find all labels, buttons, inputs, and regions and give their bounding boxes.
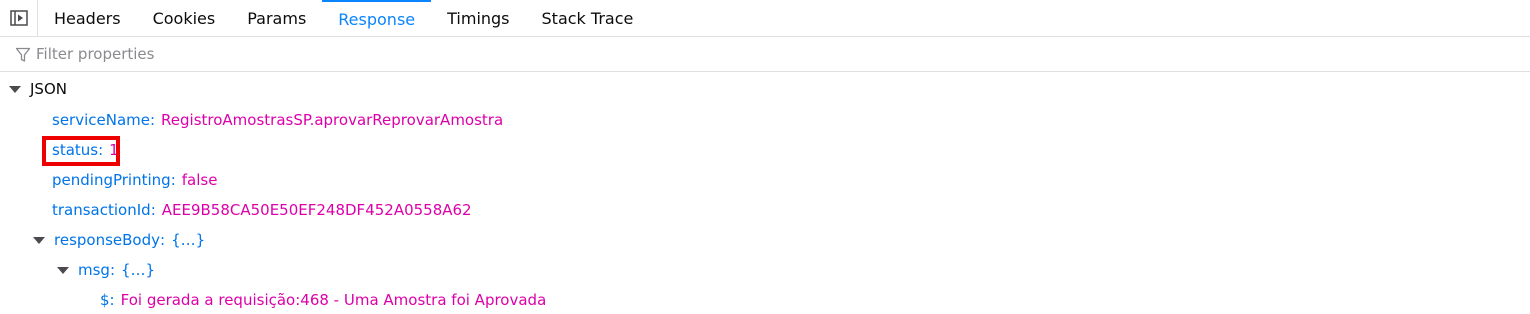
tree-row-msg[interactable]: msg: {…} — [0, 255, 1530, 285]
tab-cookies[interactable]: Cookies — [137, 0, 232, 36]
property-key: serviceName — [52, 111, 150, 129]
expanded-twisty-icon[interactable] — [9, 85, 21, 93]
toggle-sidebar-button[interactable] — [0, 0, 38, 36]
tab-response[interactable]: Response — [322, 0, 432, 36]
sidebar-toggle-icon — [9, 10, 28, 26]
json-section-label: JSON — [30, 80, 67, 98]
key-separator: : — [109, 291, 115, 309]
tree-row-transaction-id[interactable]: transactionId: AEE9B58CA50E50EF248DF452A0… — [0, 195, 1530, 225]
tree-row-service-name[interactable]: serviceName: RegistroAmostrasSP.aprovarRe… — [0, 105, 1530, 135]
key-separator: : — [160, 231, 166, 249]
key-separator: : — [170, 171, 176, 189]
tab-list: Headers Cookies Params Response Timings … — [38, 0, 649, 36]
tab-timings[interactable]: Timings — [431, 0, 525, 36]
property-value: RegistroAmostrasSP.aprovarReprovarAmostr… — [161, 111, 504, 129]
tab-headers[interactable]: Headers — [38, 0, 137, 36]
tab-params[interactable]: Params — [231, 0, 322, 36]
tree-row-status[interactable]: status:1 — [0, 135, 1530, 165]
key-separator: : — [109, 261, 116, 279]
filter-icon — [15, 47, 31, 62]
status-highlight-box — [42, 136, 120, 166]
collapsed-object-preview: {…} — [171, 231, 206, 249]
key-separator: : — [149, 111, 156, 129]
tree-row-pending-printing[interactable]: pendingPrinting: false — [0, 165, 1530, 195]
property-value: false — [181, 171, 218, 189]
property-key: pendingPrinting — [52, 171, 171, 189]
property-key: transactionId — [52, 201, 151, 219]
filter-bar — [0, 37, 1530, 72]
json-section-row[interactable]: JSON — [0, 74, 1530, 104]
property-key: responseBody — [54, 231, 160, 249]
details-tab-bar: Headers Cookies Params Response Timings … — [0, 0, 1530, 37]
response-json-tree: JSON serviceName: RegistroAmostrasSP.apro… — [0, 73, 1530, 314]
expanded-twisty-icon[interactable] — [33, 236, 45, 244]
filter-properties-input[interactable] — [36, 42, 636, 66]
tree-row-message[interactable]: $: Foi gerada a requisição:468 - Uma Amos… — [0, 285, 1530, 314]
tree-row-response-body[interactable]: responseBody: {…} — [0, 225, 1530, 255]
expanded-twisty-icon[interactable] — [57, 266, 69, 274]
network-details-panel: Headers Cookies Params Response Timings … — [0, 0, 1530, 314]
property-value: AEE9B58CA50E50EF248DF452A0558A62 — [161, 201, 472, 219]
property-key: msg — [78, 261, 110, 279]
key-separator: : — [150, 201, 156, 219]
property-key: $ — [100, 291, 110, 309]
property-value: Foi gerada a requisição:468 - Uma Amostr… — [120, 291, 547, 309]
collapsed-object-preview: {…} — [121, 261, 156, 279]
tab-stack-trace[interactable]: Stack Trace — [526, 0, 650, 36]
